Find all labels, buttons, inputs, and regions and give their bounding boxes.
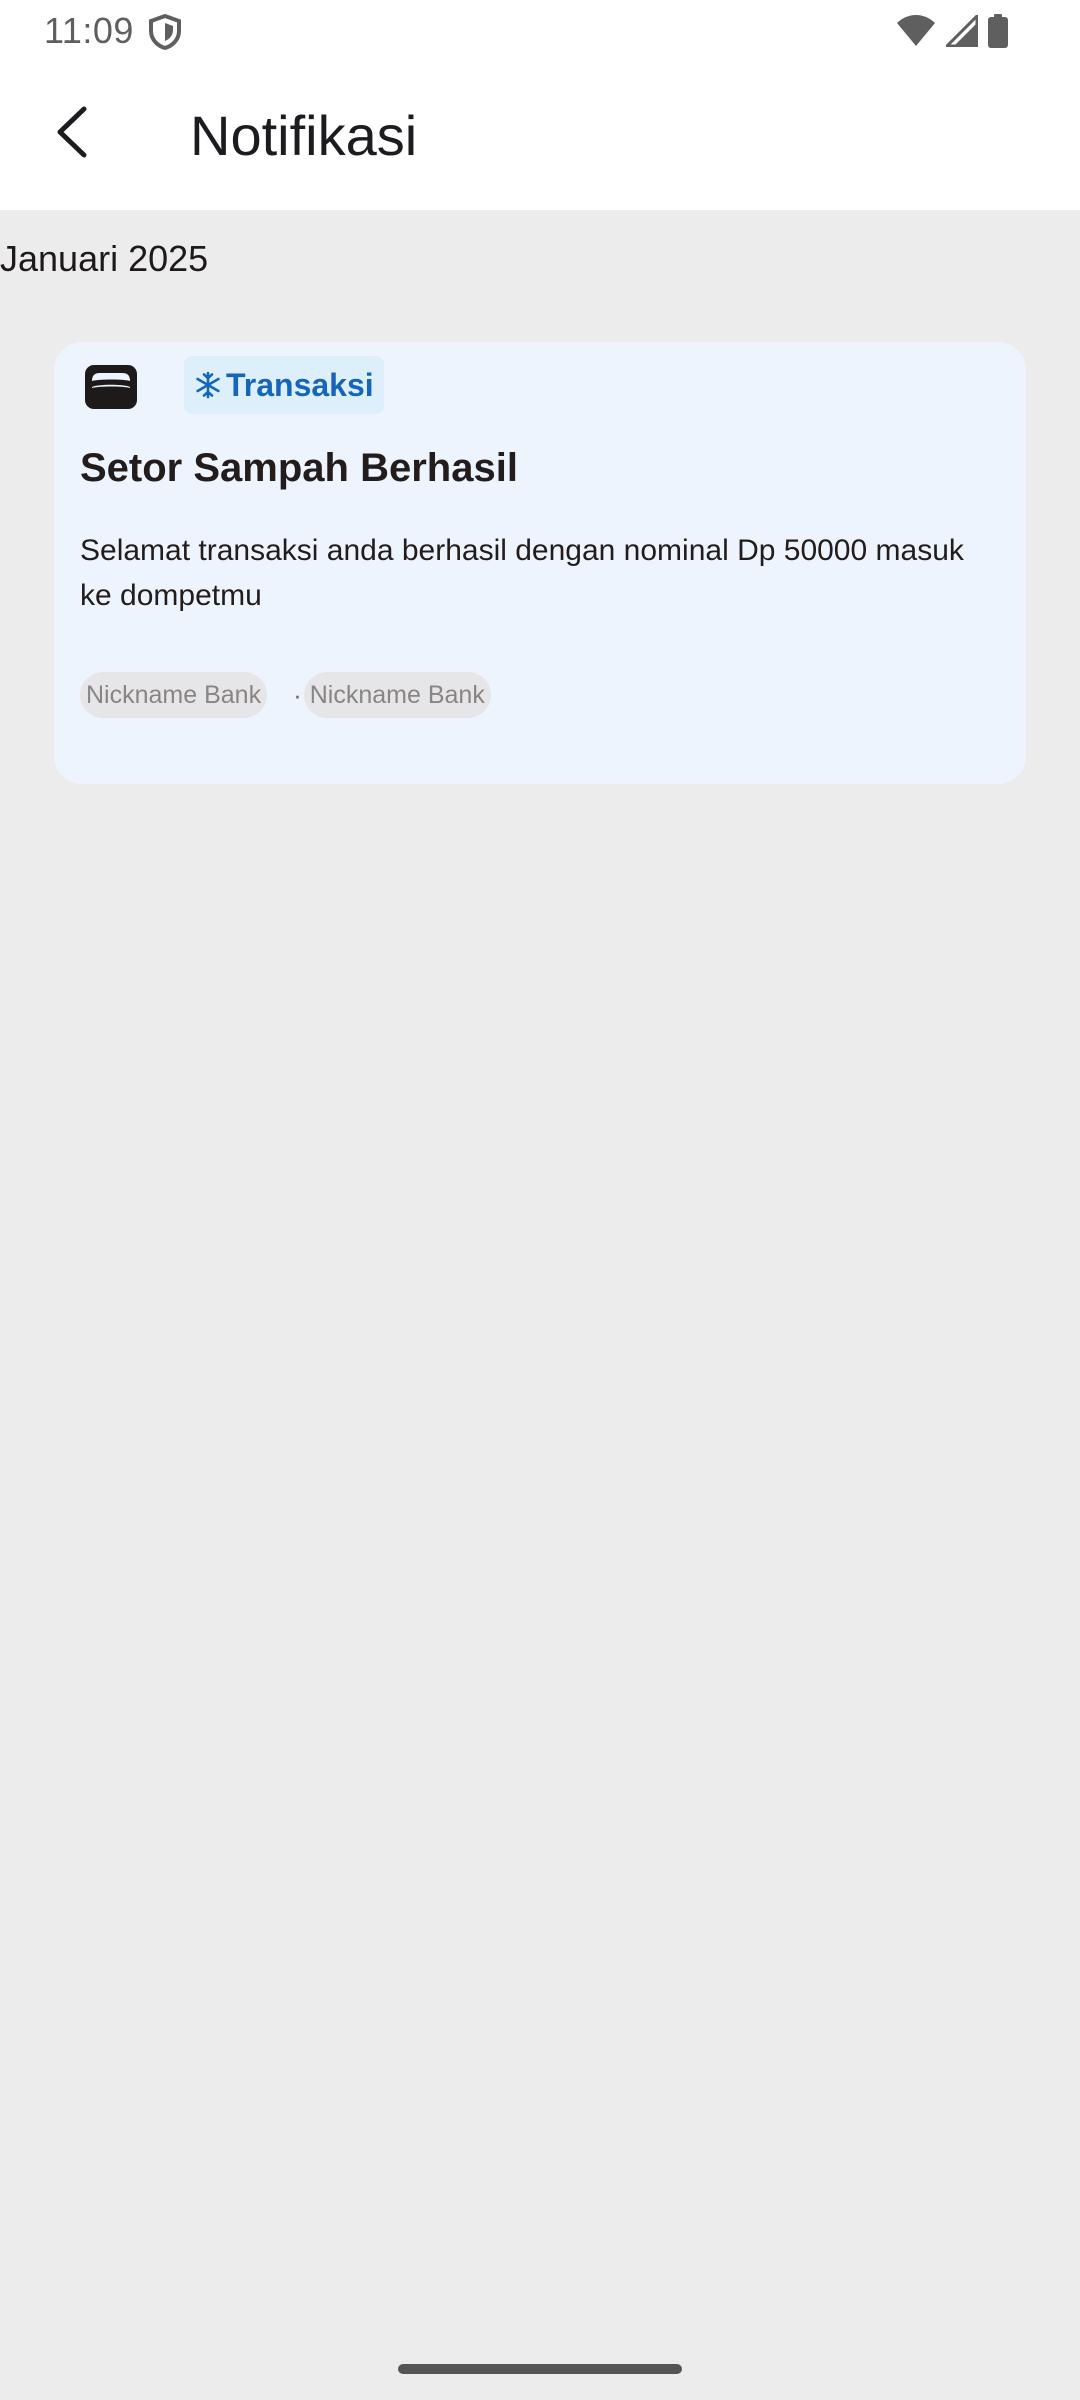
category-label: Transaksi [226, 367, 374, 403]
home-indicator[interactable] [398, 2364, 682, 2374]
tag-bank-nickname: Nickname Bank [303, 672, 491, 718]
notification-card[interactable]: Transaksi Setor Sampah Berhasil Selamat … [54, 342, 1026, 784]
shield-icon [148, 13, 182, 51]
status-bar: 11:09 [0, 0, 1080, 62]
tag-separator: · [293, 679, 302, 710]
snowflake-icon [194, 371, 222, 399]
page-title: Notifikasi [190, 104, 418, 167]
back-button[interactable] [36, 98, 108, 170]
status-time: 11:09 [44, 10, 134, 51]
category-chip: Transaksi [184, 356, 384, 414]
section-month-header: Januari 2025 [0, 238, 209, 279]
cellular-signal-icon [946, 15, 978, 47]
wallet-icon [84, 364, 138, 410]
tag-list: Nickname Bank · Nickname Bank [80, 672, 491, 718]
notification-message: Selamat transaksi anda berhasil dengan n… [80, 534, 964, 612]
battery-icon [988, 14, 1008, 48]
status-icons [896, 14, 1008, 48]
wifi-icon [896, 15, 936, 47]
app-bar: Notifikasi [0, 62, 1080, 210]
tag-bank-nickname: Nickname Bank [80, 672, 268, 718]
arrow-back-icon [52, 106, 92, 163]
notification-title: Setor Sampah Berhasil [80, 446, 518, 490]
